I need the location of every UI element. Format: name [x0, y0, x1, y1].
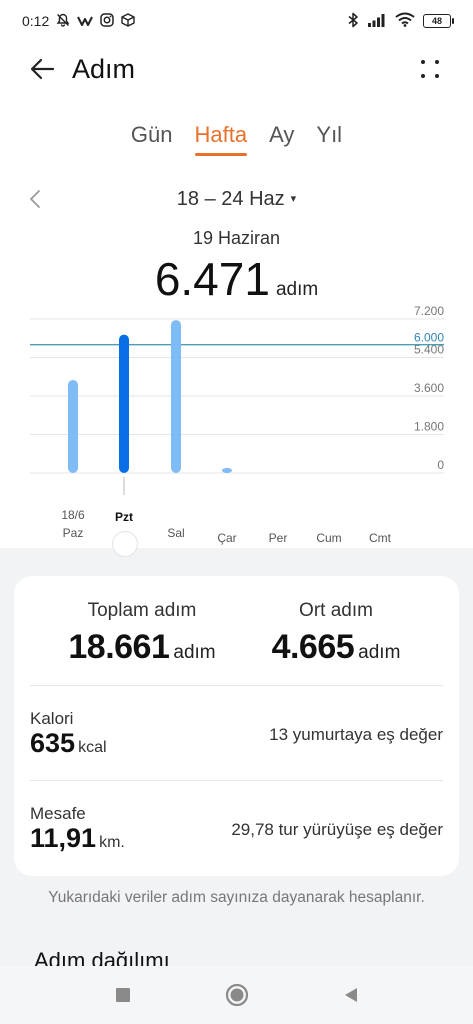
distance-equivalent: 29,78 tur yürüyüşe eş değer: [231, 820, 443, 839]
total-steps-stat: Toplam adım 18.661 adım: [42, 600, 242, 667]
x-tick-label: Pzt: [115, 510, 133, 524]
calories-label: Kalori: [30, 709, 74, 728]
x-tick-label: Sal: [167, 526, 184, 540]
date-range-selector[interactable]: 18 – 24 Haz ▾: [0, 188, 473, 211]
recents-button[interactable]: [111, 983, 135, 1007]
bar[interactable]: [222, 467, 232, 473]
x-tick-label: Çar: [217, 531, 236, 545]
bluetooth-icon: [347, 12, 359, 31]
average-steps-unit: adım: [358, 642, 401, 663]
x-tick-label: Cmt: [369, 531, 392, 545]
status-time: 0:12: [22, 13, 50, 29]
status-bar: 0:12 48: [0, 0, 473, 42]
more-icon: [421, 60, 425, 64]
box-icon: [121, 13, 135, 29]
calories-value: 635: [30, 728, 76, 758]
y-tick-label: 0: [437, 458, 444, 472]
date-range-row: 18 – 24 Haz ▾: [0, 186, 473, 216]
y-tick-label: 7.200: [414, 304, 444, 318]
bell-off-icon: [56, 13, 70, 29]
x-date-label: 18/6: [61, 508, 85, 522]
instagram-icon: [100, 13, 114, 29]
square-icon: [115, 988, 130, 1002]
distance-value-wrap: 11,91 km.: [30, 823, 125, 854]
divider: [30, 685, 443, 686]
tab-month[interactable]: Ay: [269, 122, 294, 154]
home-button[interactable]: [225, 983, 249, 1007]
distance-unit: km.: [99, 834, 125, 851]
distance-value: 11,91: [30, 823, 97, 853]
caret-down-icon: ▾: [290, 193, 297, 205]
date-range-label: 18 – 24 Haz: [176, 188, 285, 210]
calories-unit: kcal: [78, 739, 107, 756]
nav-back-button[interactable]: [339, 983, 363, 1007]
average-steps-label: Ort adım: [299, 600, 373, 621]
distance-label: Mesafe: [30, 804, 86, 823]
total-steps-unit: adım: [173, 642, 216, 663]
status-left: 0:12: [22, 13, 135, 29]
app-bar: Adım: [0, 46, 473, 94]
app-icon: [77, 13, 94, 29]
calories-value-wrap: 635 kcal: [30, 728, 107, 759]
period-tabs: Gün Hafta Ay Yıl: [0, 122, 473, 156]
selected-steps: 6.471: [154, 253, 270, 305]
more-button[interactable]: [419, 58, 443, 82]
x-tick-label: Per: [269, 531, 288, 545]
triangle-left-icon: [344, 988, 357, 1002]
x-tick-label: Cum: [316, 531, 341, 545]
system-nav-bar: [0, 966, 473, 1024]
summary-card: Toplam adım 18.661 adım Ort adım 4.665 adı…: [14, 576, 459, 876]
total-steps-label: Toplam adım: [87, 600, 197, 621]
footnote: Yukarıdaki veriler adım sayınıza dayanar…: [48, 889, 425, 906]
tab-year[interactable]: Yıl: [316, 122, 342, 154]
y-tick-label: 1.800: [414, 420, 444, 434]
tab-week[interactable]: Hafta: [194, 122, 247, 156]
average-steps-value: 4.665: [271, 628, 355, 666]
back-button[interactable]: [28, 54, 58, 84]
arrow-left-icon: [30, 58, 55, 80]
average-steps-stat: Ort adım 4.665 adım: [236, 600, 436, 667]
x-tick-label: Paz: [63, 526, 84, 540]
bar[interactable]: [119, 334, 129, 473]
status-right: 48: [347, 12, 454, 31]
divider: [30, 780, 443, 781]
circle-icon: [225, 983, 248, 1007]
bar[interactable]: [171, 320, 181, 473]
signal-icon: [367, 13, 387, 30]
goal-label: 6.000: [414, 331, 444, 345]
y-tick-label: 3.600: [414, 381, 444, 395]
selected-date: 19 Haziran: [192, 228, 281, 248]
selected-value: 6.471 adım: [0, 252, 473, 306]
steps-bar-chart[interactable]: 01.8003.6005.4007.2006.00018/6PazPztSal Ç…: [0, 300, 473, 560]
selection-indicator: [112, 531, 138, 557]
tab-day[interactable]: Gün: [131, 122, 173, 154]
selected-unit: adım: [275, 279, 319, 300]
wifi-icon: [395, 12, 415, 30]
calories-equivalent: 13 yumurtaya eş değer: [269, 725, 443, 744]
page-title: Adım: [72, 54, 136, 84]
total-steps-value: 18.661: [68, 628, 170, 666]
bar[interactable]: [68, 379, 78, 473]
battery-icon: 48: [423, 14, 454, 28]
